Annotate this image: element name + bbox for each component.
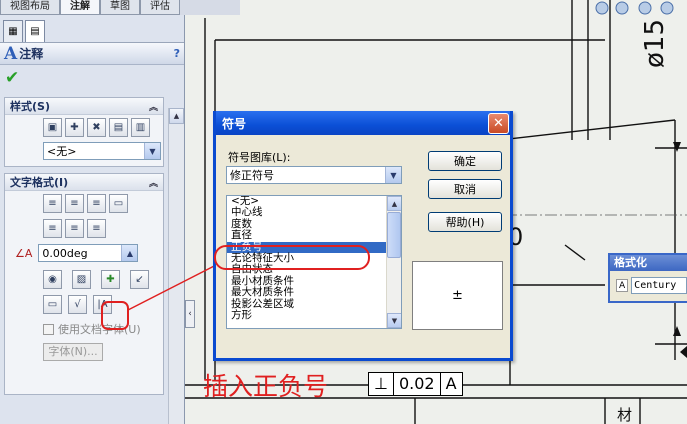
scroll-down-icon[interactable]: ▼ <box>387 313 401 328</box>
perpendicular-symbol: ⊥ <box>369 373 394 395</box>
dialog-title-bar[interactable]: 符号 <box>216 111 510 135</box>
list-item[interactable]: 中心线 <box>227 206 401 218</box>
font-select[interactable]: Century <box>631 277 687 294</box>
caption-text: 插入正负号 <box>203 372 329 401</box>
scroll-up-icon[interactable]: ▲ <box>387 196 401 211</box>
format-panel: 格式化 A Century <box>608 253 687 303</box>
chevron-down-icon[interactable]: ▼ <box>385 167 401 183</box>
preview-symbol: ± <box>452 288 463 303</box>
format-row: A Century <box>610 271 687 294</box>
list-item[interactable]: 直径 <box>227 229 401 241</box>
close-icon[interactable]: ✕ <box>488 113 509 134</box>
cancel-button[interactable]: 取消 <box>428 179 502 199</box>
format-panel-title[interactable]: 格式化 <box>610 255 687 271</box>
dialog-title: 符号 <box>222 116 247 131</box>
help-button[interactable]: 帮助(H) <box>428 212 502 232</box>
font-icon: A <box>616 279 629 292</box>
list-item[interactable]: 投影公差区域 <box>227 298 401 310</box>
library-combo[interactable]: 修正符号 ▼ <box>226 166 402 184</box>
list-scrollbar[interactable]: ▲ ▼ <box>386 196 401 328</box>
library-label: 符号图库(L): <box>228 151 291 164</box>
symbol-preview: ± <box>412 261 503 330</box>
datum-letter: A <box>445 374 457 393</box>
list-item[interactable]: 方形 <box>227 309 401 321</box>
highlight-ellipse <box>214 245 370 270</box>
scroll-thumb[interactable] <box>387 212 401 258</box>
list-item[interactable]: 最大材质条件 <box>227 286 401 298</box>
list-item[interactable]: 度数 <box>227 218 401 230</box>
tolerance-frame[interactable]: ⊥ 0.02 A <box>368 372 463 396</box>
ok-button[interactable]: 确定 <box>428 151 502 171</box>
tolerance-value: 0.02 <box>394 373 441 395</box>
symbol-dialog: 符号 ✕ 符号图库(L): 修正符号 ▼ <无> 中心线 度数 直径 正负号 无… <box>213 111 513 361</box>
library-value: 修正符号 <box>230 169 274 182</box>
